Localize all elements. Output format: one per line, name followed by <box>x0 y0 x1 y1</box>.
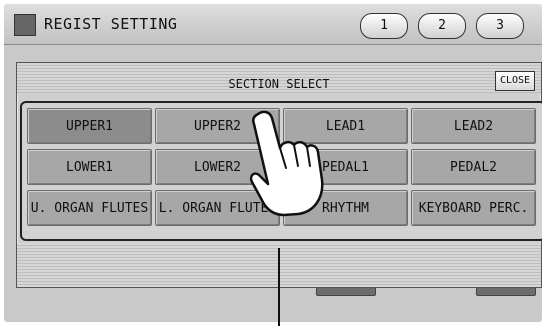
callout-line <box>278 248 280 326</box>
section-button-keyboard-perc[interactable]: KEYBOARD PERC. <box>411 190 536 226</box>
tab-1[interactable]: 1 <box>360 13 408 39</box>
section-button-lead2[interactable]: LEAD2 <box>411 108 536 144</box>
section-button-upper1[interactable]: UPPER1 <box>27 108 152 144</box>
display-icon <box>14 14 36 36</box>
title-bar: REGIST SETTING 1 2 3 <box>4 4 542 45</box>
tab-2[interactable]: 2 <box>418 13 466 39</box>
page-title: REGIST SETTING <box>44 15 178 33</box>
tab-3[interactable]: 3 <box>476 13 524 39</box>
close-button[interactable]: CLOSE <box>495 71 535 91</box>
section-button-u-organ-flutes[interactable]: U. ORGAN FLUTES <box>27 190 152 226</box>
section-button-pedal2[interactable]: PEDAL2 <box>411 149 536 185</box>
pointing-hand-icon <box>249 110 324 217</box>
dialog-title: SECTION SELECT <box>228 77 330 91</box>
section-button-lower1[interactable]: LOWER1 <box>27 149 152 185</box>
